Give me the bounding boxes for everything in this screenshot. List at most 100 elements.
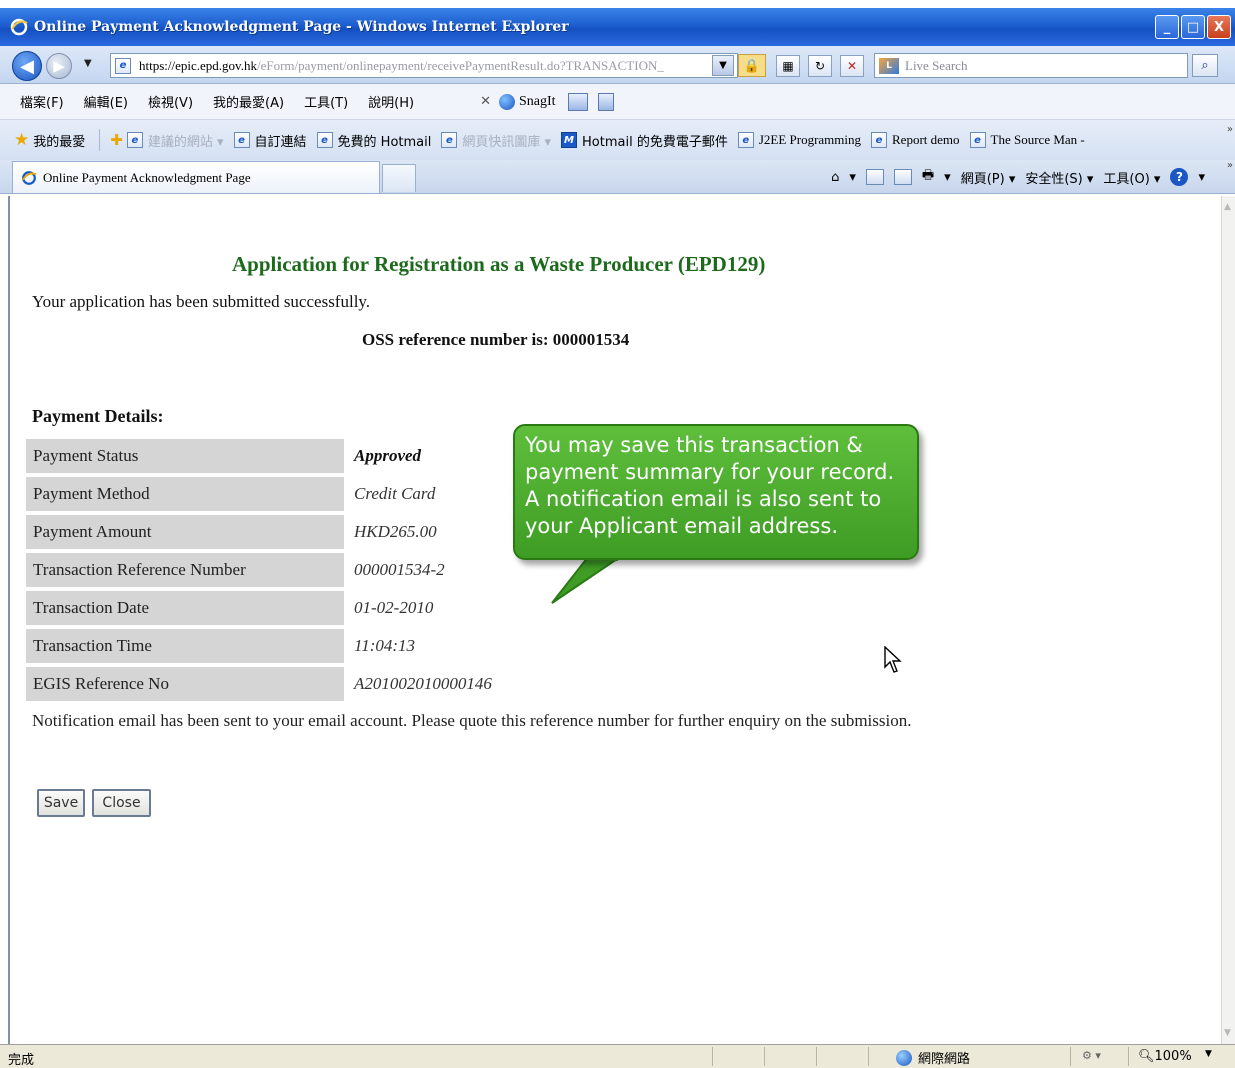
- scroll-up-icon[interactable]: ▲: [1224, 202, 1231, 212]
- search-button[interactable]: ⌕: [1192, 54, 1218, 77]
- search-input[interactable]: L Live Search: [874, 53, 1188, 78]
- history-dropdown[interactable]: ▼: [84, 58, 92, 69]
- divider: [99, 129, 101, 151]
- ie-logo-icon: [10, 18, 28, 36]
- save-button[interactable]: Save: [37, 789, 85, 817]
- tab-payment-ack[interactable]: Online Payment Acknowledgment Page: [12, 161, 380, 193]
- add-favorite-icon[interactable]: ✚: [110, 131, 123, 149]
- refresh-button[interactable]: ↻: [808, 55, 832, 77]
- compatibility-icon[interactable]: ▦: [776, 55, 800, 77]
- menu-help[interactable]: 說明(H): [368, 92, 414, 111]
- url-host: https://epic.epd.gov.hk: [139, 57, 257, 73]
- fav-item-j2ee[interactable]: e J2EE Programming: [737, 132, 861, 148]
- menu-tools[interactable]: 工具(T): [304, 92, 348, 111]
- fav-item-free-hotmail[interactable]: e 免費的 Hotmail: [316, 131, 431, 150]
- zoom-level[interactable]: 🔍︎100%: [1138, 1049, 1192, 1064]
- menu-edit[interactable]: 編輯(E): [84, 92, 128, 111]
- table-row: EGIS Reference No A201002010000146: [26, 667, 544, 701]
- ie-page-icon: e: [871, 132, 888, 148]
- divider: [1128, 1047, 1129, 1066]
- payment-status-label: Payment Status: [26, 439, 344, 473]
- print-icon[interactable]: 🖶: [922, 166, 934, 188]
- status-bar: 完成 網際網路 ⚙ ▾ 🔍︎100% ▼: [0, 1044, 1235, 1068]
- feeds-icon[interactable]: [865, 169, 884, 185]
- payment-method-label: Payment Method: [26, 477, 344, 511]
- back-button[interactable]: ◀: [12, 51, 42, 81]
- home-dropdown[interactable]: ▾: [849, 170, 856, 185]
- address-input[interactable]: e https://epic.epd.gov.hk/eForm/payment/…: [110, 53, 738, 78]
- forward-button[interactable]: ▶: [46, 53, 72, 79]
- new-tab-button[interactable]: [382, 164, 416, 192]
- page-menu[interactable]: 網頁(P) ▾: [961, 168, 1016, 187]
- fav-item-custom-links[interactable]: e 自訂連結: [233, 131, 307, 150]
- payment-amount-label: Payment Amount: [26, 515, 344, 549]
- fav-item-source-man[interactable]: e The Source Man -: [969, 132, 1085, 148]
- address-dropdown-button[interactable]: ▼: [712, 55, 734, 76]
- fav-item-web-slice-gallery[interactable]: e 網頁快訊圖庫 ▾: [441, 131, 551, 150]
- scroll-down-icon[interactable]: ▼: [1224, 1028, 1231, 1038]
- chevron-right-icon[interactable]: »: [1227, 160, 1233, 171]
- security-zone[interactable]: 網際網路: [896, 1048, 970, 1067]
- snagit-capture-icon[interactable]: [597, 92, 614, 111]
- minimize-button[interactable]: _: [1155, 15, 1179, 39]
- globe-icon: [896, 1049, 912, 1066]
- favorites-label[interactable]: 我的最愛: [33, 131, 85, 150]
- favorites-bar: ★ 我的最愛 ✚ e 建議的網站 ▾ e 自訂連結 e 免費的 Hotmail …: [0, 120, 1235, 160]
- fav-item-suggested-sites[interactable]: e 建議的網站 ▾: [126, 131, 224, 150]
- divider: [868, 1047, 869, 1066]
- magnifier-icon: ⌕: [1201, 58, 1209, 73]
- menu-favorites[interactable]: 我的最愛(A): [213, 92, 284, 111]
- tab-row: Online Payment Acknowledgment Page ⌂ ▾ 🖶…: [0, 160, 1235, 194]
- vertical-scrollbar[interactable]: ▲ ▼: [1221, 196, 1235, 1044]
- fav-item-report-demo[interactable]: e Report demo: [871, 132, 960, 148]
- command-bar: ⌂ ▾ 🖶 ▾ 網頁(P) ▾ 安全性(S) ▾ 工具(O) ▾ ? ▾: [821, 166, 1205, 188]
- favorites-star-icon[interactable]: ★: [14, 130, 29, 150]
- snagit-window-icon[interactable]: [567, 92, 588, 111]
- ie-page-icon: e: [316, 132, 333, 148]
- safety-menu[interactable]: 安全性(S) ▾: [1025, 168, 1093, 187]
- table-row: Transaction Date 01-02-2010: [26, 591, 544, 625]
- transaction-ref-value: 000001534-2: [354, 560, 445, 579]
- chevron-right-icon[interactable]: »: [1227, 124, 1233, 135]
- ie-page-icon: e: [126, 132, 143, 148]
- print-dropdown[interactable]: ▾: [944, 170, 951, 185]
- transaction-date-value: 01-02-2010: [354, 598, 434, 617]
- lock-icon[interactable]: 🔒: [738, 54, 766, 77]
- stop-button[interactable]: ✕: [840, 55, 864, 77]
- snagit-label: SnagIt: [519, 93, 556, 109]
- menu-file[interactable]: 檔案(F): [20, 92, 64, 111]
- arrow-left-icon: ◀: [20, 55, 34, 77]
- snagit-button[interactable]: SnagIt: [499, 93, 556, 110]
- page-heading: Application for Registration as a Waste …: [232, 252, 766, 276]
- close-toolbar-icon[interactable]: ✕: [480, 94, 491, 109]
- transaction-ref-label: Transaction Reference Number: [26, 553, 344, 587]
- ie-tab-icon: [22, 170, 37, 185]
- protected-mode-icon[interactable]: ⚙ ▾: [1082, 1049, 1101, 1062]
- search-placeholder: Live Search: [905, 57, 968, 73]
- home-icon[interactable]: ⌂: [831, 170, 839, 185]
- status-text: 完成: [8, 1053, 35, 1068]
- transaction-time-value: 11:04:13: [354, 636, 416, 655]
- close-window-button[interactable]: X: [1207, 15, 1231, 39]
- table-row: Payment Status Approved: [26, 439, 544, 473]
- mail-icon[interactable]: [893, 169, 912, 185]
- zoom-dropdown-icon[interactable]: ▼: [1205, 1049, 1212, 1059]
- help-dropdown[interactable]: ▾: [1198, 170, 1205, 185]
- divider: [1070, 1047, 1071, 1066]
- transaction-time-label: Transaction Time: [26, 629, 344, 663]
- divider: [816, 1047, 817, 1066]
- menu-bar: 檔案(F) 編輯(E) 檢視(V) 我的最愛(A) 工具(T) 說明(H) ✕ …: [0, 84, 1235, 120]
- table-row: Transaction Time 11:04:13: [26, 629, 544, 663]
- close-button[interactable]: Close: [92, 789, 151, 817]
- maximize-button[interactable]: □: [1181, 15, 1205, 39]
- help-icon[interactable]: ?: [1170, 168, 1189, 186]
- menu-view[interactable]: 檢視(V): [148, 92, 193, 111]
- table-row: Transaction Reference Number 000001534-2: [26, 553, 544, 587]
- tools-menu[interactable]: 工具(O) ▾: [1103, 168, 1160, 187]
- page-icon: e: [115, 57, 131, 74]
- success-message: Your application has been submitted succ…: [32, 292, 371, 311]
- egis-ref-value: A201002010000146: [354, 674, 492, 693]
- arrow-right-icon: ▶: [53, 57, 65, 75]
- url-path: /eForm/payment/onlinepayment/receivePaym…: [256, 57, 664, 73]
- fav-item-hotmail-email[interactable]: M Hotmail 的免費電子郵件: [561, 131, 728, 150]
